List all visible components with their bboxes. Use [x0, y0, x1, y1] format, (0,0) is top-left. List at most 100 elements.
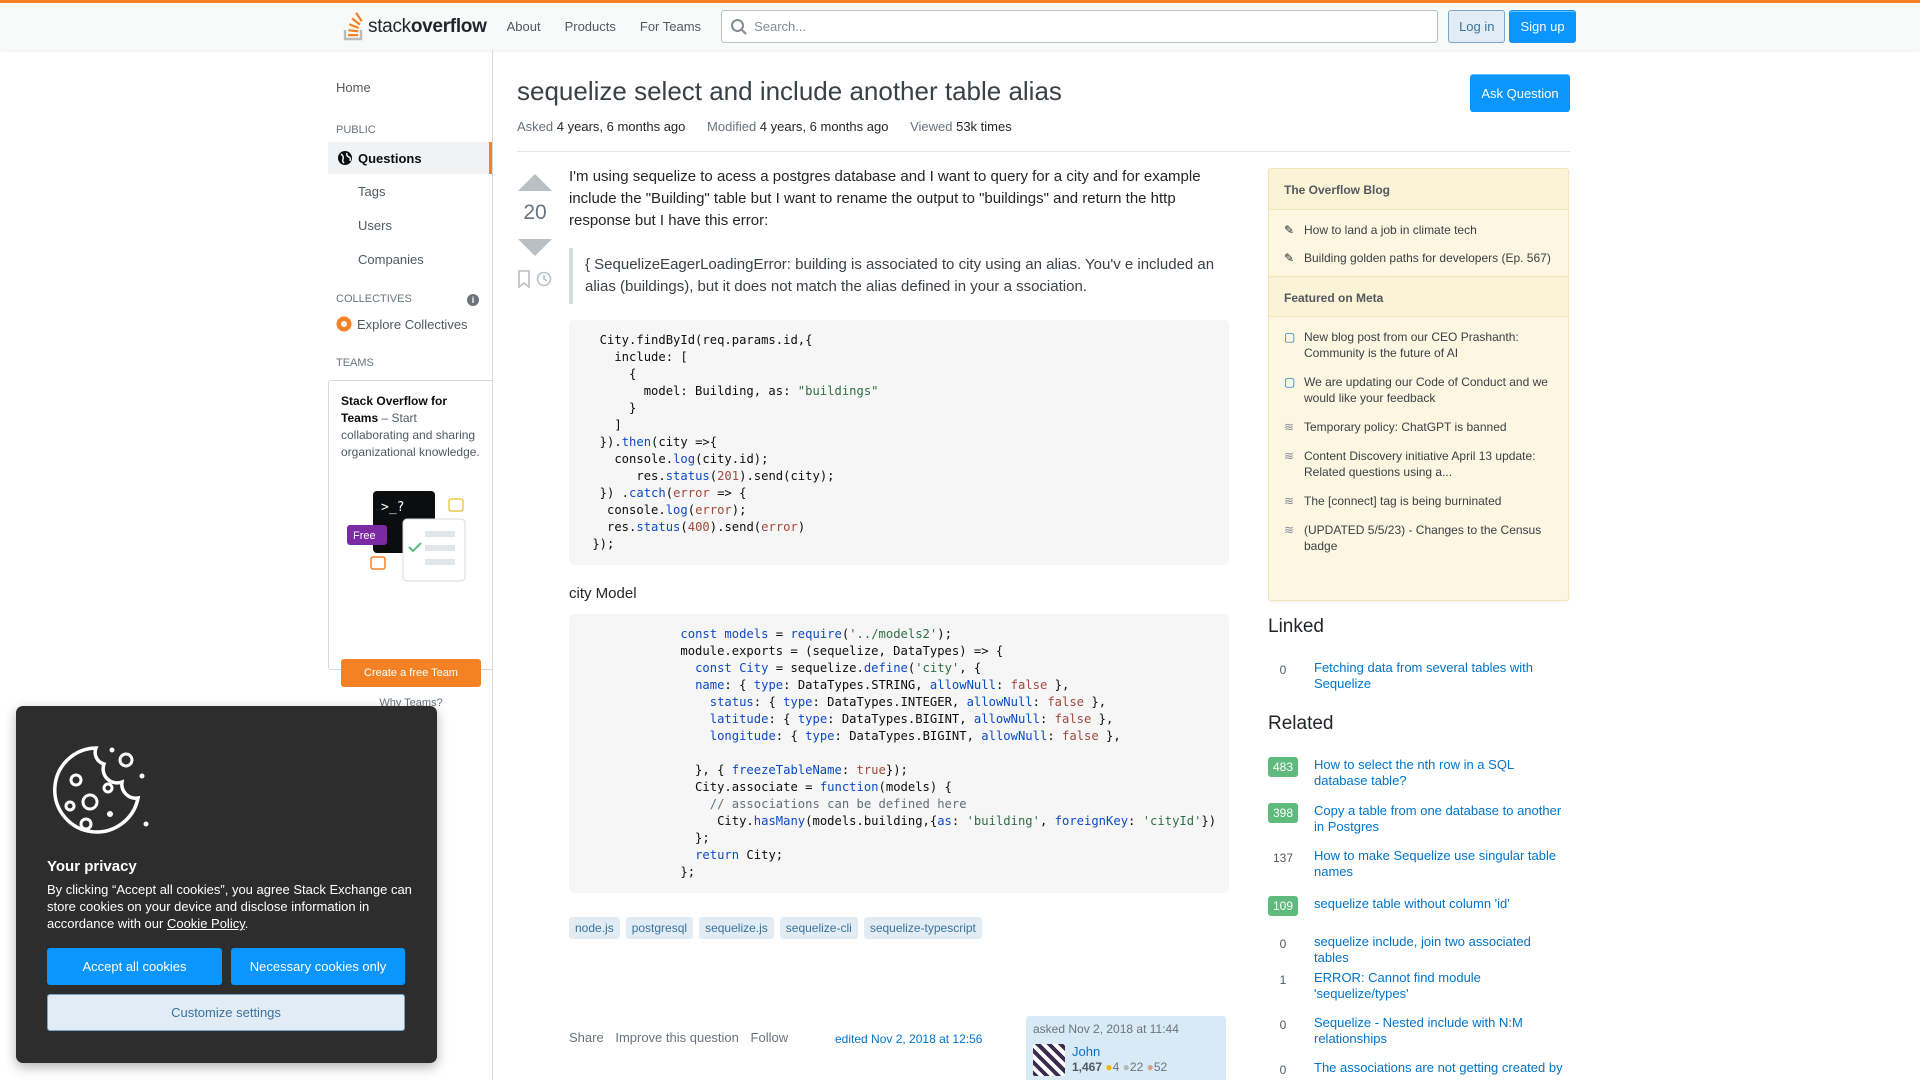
- upvote-icon[interactable]: [518, 174, 552, 191]
- teams-promo-text: Stack Overflow for Teams – Start collabo…: [341, 394, 480, 459]
- sidebar-item-questions[interactable]: Questions: [328, 142, 492, 174]
- meta-item[interactable]: ≋ (UPDATED 5/5/23) - Changes to the Censu…: [1269, 522, 1568, 554]
- follow-link[interactable]: Follow: [751, 1030, 789, 1045]
- tag-sequelize-cli[interactable]: sequelize-cli: [779, 917, 858, 939]
- sidebar-item-label: Questions: [358, 150, 422, 166]
- cookie-consent-dialog: Your privacy By clicking “Accept all coo…: [16, 706, 437, 1063]
- linked-item[interactable]: 0 Fetching data from several tables with …: [1268, 660, 1568, 692]
- cookie-policy-link[interactable]: Cookie Policy: [167, 916, 245, 931]
- nav-for-teams[interactable]: For Teams: [628, 13, 713, 40]
- nav-about[interactable]: About: [495, 13, 553, 40]
- related-item[interactable]: 1 ERROR: Cannot find module 'sequelize/ty…: [1268, 970, 1568, 1002]
- question-title[interactable]: sequelize select and include another tab…: [517, 76, 1062, 107]
- downvote-icon[interactable]: [518, 239, 552, 256]
- sidebar-section-public: PUBLIC: [336, 124, 376, 136]
- city-model-label: city Model: [569, 585, 637, 602]
- tag-sequelizejs[interactable]: sequelize.js: [699, 917, 774, 939]
- sidebar-item-tags[interactable]: Tags: [358, 184, 385, 199]
- meta-item[interactable]: ▢ We are updating our Code of Conduct and…: [1269, 374, 1568, 406]
- asked-value: 4 years, 6 months ago: [556, 119, 686, 134]
- linked-heading: Linked: [1268, 616, 1324, 637]
- asked-timestamp: asked Nov 2, 2018 at 11:44: [1033, 1022, 1179, 1036]
- avatar[interactable]: [1033, 1044, 1065, 1076]
- chat-icon: ▢: [1284, 375, 1296, 389]
- teams-promo: Stack Overflow for Teams – Start collabo…: [328, 380, 492, 709]
- login-button[interactable]: Log in: [1448, 10, 1506, 43]
- stackoverflow-logo[interactable]: stackoverflow: [334, 3, 495, 50]
- collectives-icon: [336, 316, 352, 332]
- search-box[interactable]: [721, 10, 1439, 43]
- related-item[interactable]: 0 The associations are not getting create…: [1268, 1060, 1568, 1080]
- pencil-icon: ✎: [1284, 223, 1295, 237]
- info-icon[interactable]: i: [467, 294, 479, 306]
- meta-item[interactable]: ≋ Content Discovery initiative April 13 u…: [1269, 448, 1568, 480]
- code-block-model: const models = require('../models2'); mo…: [569, 614, 1229, 893]
- search-icon: [731, 18, 747, 35]
- related-item[interactable]: 398 Copy a table from one database to ano…: [1268, 803, 1568, 835]
- search-input[interactable]: [754, 19, 1355, 34]
- bookmark-icon[interactable]: [517, 270, 531, 289]
- score-badge: 0: [1279, 1063, 1287, 1077]
- blog-item[interactable]: ✎ How to land a job in climate tech: [1269, 222, 1568, 238]
- accept-cookies-button[interactable]: Accept all cookies: [47, 948, 222, 985]
- sidebar-item-home[interactable]: Home: [336, 80, 371, 95]
- score-badge: 0: [1279, 1018, 1287, 1032]
- stack-icon: ≋: [1284, 449, 1295, 463]
- question-body: I'm using sequelize to acess a postgres …: [569, 166, 1229, 939]
- create-team-button[interactable]: Create a free Team: [341, 659, 481, 687]
- necessary-cookies-button[interactable]: Necessary cookies only: [231, 948, 405, 985]
- related-item[interactable]: 483 How to select the nth row in a SQL da…: [1268, 757, 1568, 789]
- tag-nodejs[interactable]: node.js: [569, 917, 620, 939]
- sidebar-section-teams: TEAMS: [336, 357, 374, 369]
- code-block-query: City.findById(req.params.id,{ include: […: [569, 320, 1229, 565]
- divider: [517, 151, 1570, 152]
- user-name[interactable]: John: [1072, 1044, 1100, 1059]
- teams-illustration-icon: >_? Free: [347, 491, 466, 582]
- related-item[interactable]: 137 How to make Sequelize use singular ta…: [1268, 848, 1568, 880]
- related-item[interactable]: 0 Sequelize - Nested include with N:M rel…: [1268, 1015, 1568, 1047]
- sidebar-item-users[interactable]: Users: [358, 218, 392, 233]
- tag-postgresql[interactable]: postgresql: [625, 917, 694, 939]
- stack-icon: ≋: [1284, 420, 1295, 434]
- improve-link[interactable]: Improve this question: [615, 1030, 739, 1045]
- user-reputation: 1,467 ●4 ●22 ●52: [1072, 1060, 1168, 1074]
- top-bar: stackoverflow About Products For Teams L…: [0, 0, 1920, 50]
- related-item[interactable]: 109 sequelize table without column 'id': [1268, 896, 1568, 916]
- stack-icon: ≋: [1284, 494, 1295, 508]
- meta-heading: Featured on Meta: [1269, 276, 1568, 317]
- question-meta: Asked 4 years, 6 months ago Modified 4 y…: [517, 119, 1012, 134]
- vote-cell: 20: [517, 174, 553, 291]
- score-badge: 1: [1279, 973, 1287, 987]
- pencil-icon: ✎: [1284, 251, 1295, 265]
- related-item[interactable]: 0 sequelize include, join two associated …: [1268, 934, 1568, 966]
- post-footer: Share Improve this question Follow edite…: [569, 1016, 1229, 1080]
- edited-link[interactable]: edited Nov 2, 2018 at 12:56: [835, 1032, 982, 1046]
- share-link[interactable]: Share: [569, 1030, 604, 1045]
- stack-icon: ≋: [1284, 523, 1295, 537]
- cookie-text: By clicking “Accept all cookies”, you ag…: [47, 882, 412, 931]
- sidebar-item-companies[interactable]: Companies: [358, 252, 424, 267]
- signup-button[interactable]: Sign up: [1509, 10, 1576, 43]
- ask-question-button[interactable]: Ask Question: [1470, 74, 1570, 112]
- viewed-value: 53k times: [956, 119, 1012, 134]
- blog-heading: The Overflow Blog: [1269, 169, 1568, 210]
- customize-settings-button[interactable]: Customize settings: [47, 994, 405, 1031]
- meta-item[interactable]: ▢ New blog post from our CEO Prashanth: C…: [1269, 329, 1568, 361]
- tag-list: node.js postgresql sequelize.js sequeliz…: [569, 917, 1229, 939]
- blog-item[interactable]: ✎ Building golden paths for developers (E…: [1269, 250, 1568, 266]
- meta-item[interactable]: ≋ The [connect] tag is being burninated: [1269, 493, 1568, 509]
- logo-text: stackoverflow: [368, 15, 487, 37]
- question-paragraph: I'm using sequelize to acess a postgres …: [569, 168, 1201, 229]
- sidebar-item-explore-collectives[interactable]: Explore Collectives: [336, 316, 468, 332]
- stackoverflow-logo-icon: [343, 11, 363, 40]
- error-blockquote: { SequelizeEagerLoadingError: building i…: [569, 248, 1229, 304]
- nav-products[interactable]: Products: [553, 13, 628, 40]
- history-icon[interactable]: [535, 270, 553, 288]
- score-badge: 0: [1279, 663, 1287, 677]
- cookie-icon: [53, 746, 149, 834]
- score-badge: 109: [1268, 896, 1298, 916]
- post-actions: Share Improve this question Follow: [569, 1030, 796, 1045]
- meta-item[interactable]: ≋ Temporary policy: ChatGPT is banned: [1269, 419, 1568, 435]
- related-heading: Related: [1268, 713, 1334, 734]
- tag-sequelize-typescript[interactable]: sequelize-typescript: [863, 917, 982, 939]
